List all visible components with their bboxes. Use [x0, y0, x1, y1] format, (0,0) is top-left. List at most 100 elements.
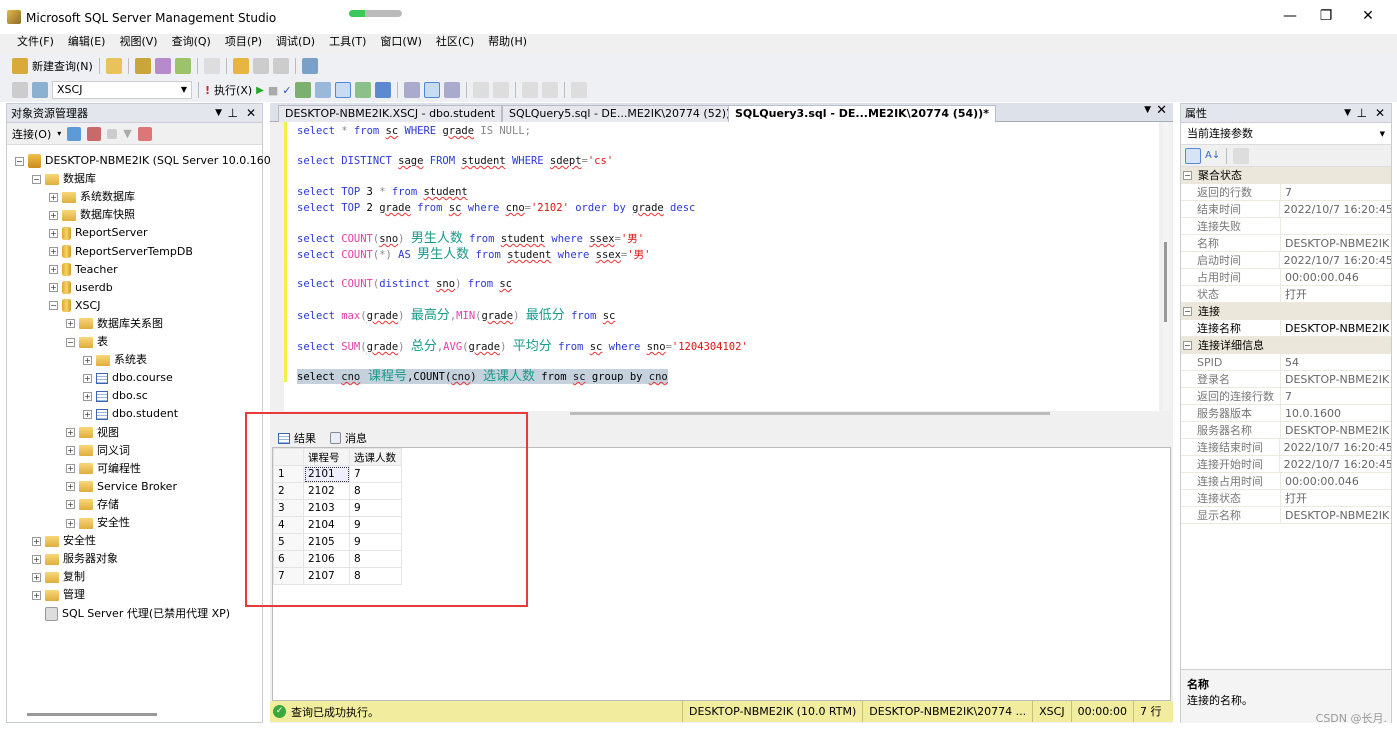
stop-icon[interactable] [107, 128, 118, 139]
display-plan-icon[interactable] [295, 82, 312, 98]
tree-item[interactable]: + 安全性 [66, 514, 130, 532]
tree-item[interactable]: + ReportServer [49, 224, 148, 242]
expand-toggle[interactable]: + [49, 210, 58, 220]
expand-toggle[interactable]: + [32, 572, 41, 582]
expand-toggle[interactable]: + [83, 355, 92, 365]
tree-item[interactable]: SQL Server 代理(已禁用代理 XP) [32, 605, 230, 623]
stop-icon[interactable]: ■ [268, 84, 278, 97]
property-row[interactable]: 连接名称 DESKTOP-NBME2IK [1181, 320, 1391, 337]
menu-item[interactable]: 工具(T) [322, 35, 373, 49]
results-to-grid-icon[interactable] [335, 82, 352, 98]
tree-item[interactable]: + 系统表 [83, 351, 147, 369]
restore-button[interactable]: ❐ [1316, 8, 1336, 26]
save-icon[interactable] [252, 58, 269, 74]
expand-toggle[interactable]: + [66, 446, 75, 456]
tree-item[interactable]: + 服务器对象 [32, 550, 118, 568]
close-tab-icon[interactable]: ✕ [1156, 103, 1167, 118]
print-icon[interactable] [272, 58, 289, 74]
menu-item[interactable]: 帮助(H) [481, 35, 534, 49]
close-button[interactable]: ✕ [1358, 8, 1378, 26]
minimize-button[interactable]: — [1280, 8, 1300, 26]
property-row[interactable]: 启动时间 2022/10/7 16:20:45 [1181, 252, 1391, 269]
database-select[interactable]: XSCJ ▼ [52, 81, 192, 99]
document-tab[interactable]: SQLQuery5.sql - DE...ME2IK\20774 (52))* [502, 105, 743, 122]
menu-item[interactable]: 文件(F) [10, 35, 61, 49]
property-row[interactable]: 名称 DESKTOP-NBME2IK [1181, 235, 1391, 252]
expand-toggle[interactable]: + [83, 409, 92, 419]
tree-item[interactable]: + dbo.student [83, 405, 178, 423]
expand-toggle[interactable]: + [83, 391, 92, 401]
menu-item[interactable]: 编辑(E) [61, 35, 113, 49]
property-row[interactable]: 连接结束时间 2022/10/7 16:20:45 [1181, 439, 1391, 456]
tree-item[interactable]: + 安全性 [32, 532, 96, 550]
menu-item[interactable]: 社区(C) [429, 35, 481, 49]
pin-icon[interactable]: ⊥ [228, 104, 238, 123]
tree-item[interactable]: + ReportServerTempDB [49, 243, 193, 261]
expand-toggle[interactable]: − [49, 301, 58, 311]
pin-icon[interactable]: ⊥ [1357, 104, 1367, 123]
document-tab[interactable]: DESKTOP-NBME2IK.XSCJ - dbo.student [278, 105, 503, 122]
tree-item[interactable]: + 可编程性 [66, 460, 141, 478]
close-icon[interactable]: ✕ [246, 104, 256, 123]
results-grid-icon[interactable] [424, 82, 441, 98]
menu-item[interactable]: 调试(D) [269, 35, 322, 49]
new-query-button[interactable]: 新建查询(N) [32, 58, 93, 74]
property-row[interactable]: 服务器名称 DESKTOP-NBME2IK [1181, 422, 1391, 439]
tree-item[interactable]: − 数据库 [32, 170, 96, 188]
collapse-toggle[interactable]: − [1183, 307, 1192, 316]
dmx-query-icon[interactable] [174, 58, 191, 74]
tree-item[interactable]: + 视图 [66, 424, 119, 442]
query-designer-icon[interactable] [315, 82, 332, 98]
new-file-icon[interactable] [105, 58, 122, 74]
open-folder-icon[interactable] [232, 58, 249, 74]
connect-icon[interactable] [12, 82, 28, 98]
indent-icon[interactable] [542, 82, 559, 98]
tree-item[interactable]: + dbo.course [83, 369, 173, 387]
tree-item[interactable]: + dbo.sc [83, 387, 148, 405]
expand-toggle[interactable]: + [66, 319, 75, 329]
menu-item[interactable]: 项目(P) [218, 35, 269, 49]
tree-item[interactable]: − 表 [66, 333, 108, 351]
dropdown-icon[interactable]: ▼ [1344, 104, 1351, 123]
debug-play-icon[interactable]: ▶ [256, 85, 264, 96]
menu-item[interactable]: 窗口(W) [373, 35, 428, 49]
include-plan-icon[interactable] [355, 82, 372, 98]
specify-values-icon[interactable] [571, 82, 588, 98]
property-row[interactable]: 显示名称 DESKTOP-NBME2IK [1181, 507, 1391, 524]
dropdown-icon[interactable]: ▼ [215, 104, 222, 123]
expand-toggle[interactable]: + [32, 590, 41, 600]
expand-toggle[interactable]: + [66, 518, 75, 528]
expand-toggle[interactable]: − [32, 174, 41, 184]
property-row[interactable]: 连接占用时间 00:00:00.046 [1181, 473, 1391, 490]
tree-item[interactable]: + 系统数据库 [49, 188, 135, 206]
expand-toggle[interactable]: + [49, 265, 58, 275]
outdent-icon[interactable] [522, 82, 539, 98]
copy-icon[interactable] [203, 58, 220, 74]
results-to-file-icon[interactable] [444, 82, 461, 98]
menu-item[interactable]: 查询(Q) [165, 35, 218, 49]
tree-item[interactable]: + Teacher [49, 261, 118, 279]
tree-item[interactable]: − XSCJ [49, 297, 100, 315]
expand-toggle[interactable]: − [15, 156, 24, 166]
comment-icon[interactable] [473, 82, 490, 98]
expand-toggle[interactable]: + [49, 247, 58, 256]
property-row[interactable]: 返回的行数 7 [1181, 184, 1391, 201]
connect-button[interactable]: 连接(O) [12, 126, 51, 142]
execute-button[interactable]: 执行(X) [214, 82, 252, 98]
db-engine-query-icon[interactable] [134, 58, 151, 74]
tree-item[interactable]: + userdb [49, 279, 113, 297]
property-pages-icon[interactable] [1233, 147, 1250, 164]
expand-toggle[interactable]: + [66, 464, 75, 474]
tree-item[interactable]: + 数据库关系图 [66, 315, 163, 333]
filter-icon[interactable]: ▼ [123, 127, 131, 140]
analysis-query-icon[interactable] [154, 58, 171, 74]
expand-toggle[interactable]: + [66, 500, 75, 510]
expand-toggle[interactable]: + [49, 192, 58, 202]
property-row[interactable]: 连接失败 [1181, 218, 1391, 235]
property-row[interactable]: 占用时间 00:00:00.046 [1181, 269, 1391, 286]
property-row[interactable]: 登录名 DESKTOP-NBME2IK [1181, 371, 1391, 388]
activity-monitor-icon[interactable] [301, 58, 318, 74]
editor-vertical-scrollbar[interactable] [1163, 122, 1169, 411]
expand-toggle[interactable]: + [49, 283, 58, 293]
property-row[interactable]: 服务器版本 10.0.1600 [1181, 405, 1391, 422]
